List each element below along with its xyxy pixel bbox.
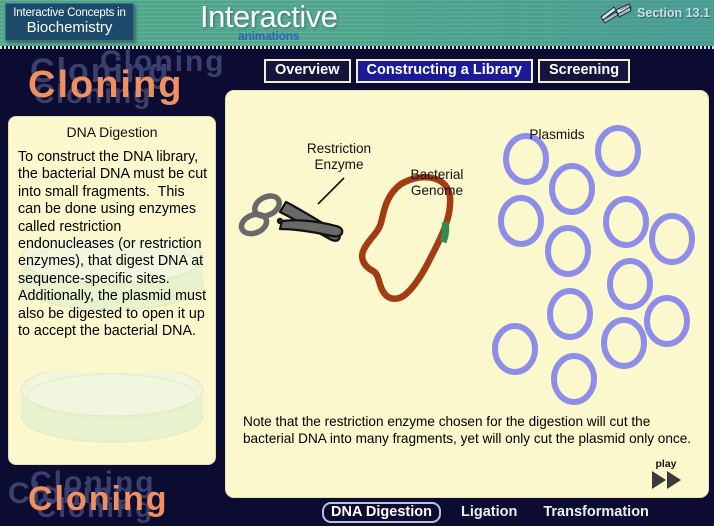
watermark-cloning: Cloning [34, 78, 153, 109]
plasmid-ring [607, 258, 653, 310]
callout-line [317, 177, 345, 205]
scissors-icon [238, 193, 344, 242]
plasmid-ring [601, 317, 647, 369]
watermark-cloning: Cloning [36, 492, 155, 523]
label-bacterial-genome: Bacterial Genome [410, 167, 464, 198]
digestion-diagram [238, 125, 695, 405]
description-panel: DNA Digestion To construct the DNA libra… [8, 116, 216, 465]
plasmid-ring [498, 195, 544, 247]
step-dna-digestion[interactable]: DNA Digestion [322, 502, 441, 523]
label-restriction-enzyme: Restriction Enzyme [306, 141, 372, 172]
panel-body-text: To construct the DNA library, the bacter… [18, 149, 212, 340]
step-transformation[interactable]: Transformation [537, 503, 655, 522]
label-plasmids: Plasmids [529, 127, 585, 142]
play-button[interactable]: play [640, 459, 692, 491]
open-book-icon [600, 2, 632, 24]
header-divider [0, 46, 714, 49]
plasmid-ring [503, 133, 549, 185]
application-window: Interactive Concepts in Biochemistry Int… [0, 0, 714, 526]
fast-forward-play-icon [651, 471, 681, 489]
step-ligation[interactable]: Ligation [455, 503, 523, 522]
play-label: play [655, 458, 677, 470]
tab-constructing-a-library[interactable]: Constructing a Library [355, 59, 533, 83]
plasmid-ring [545, 225, 591, 277]
header-bar: Interactive Concepts in Biochemistry Int… [0, 0, 714, 46]
watermark-cloning: Cloning [30, 52, 171, 90]
watermark-cloning-accent: Cloning [28, 64, 184, 106]
tab-screening[interactable]: Screening [538, 59, 631, 83]
brand-subtitle: animations [238, 29, 300, 43]
plasmid-ring [649, 213, 695, 265]
plasmid-ring [547, 288, 593, 340]
section-label: Section 13.1 [637, 6, 710, 20]
panel-title: DNA Digestion [66, 124, 158, 140]
watermark-cloning: Cloning [8, 477, 134, 510]
watermark-cloning: Cloning [100, 45, 226, 78]
step-nav-bar: DNA Digestion Ligation Transformation [322, 502, 655, 523]
watermark-cloning: Cloning [30, 466, 156, 499]
stage-note-text: Note that the restriction enzyme chosen … [243, 414, 692, 446]
plasmid-ring [492, 323, 538, 375]
restriction-site-marker [439, 221, 450, 244]
product-logo-line2: Biochemistry [26, 19, 113, 37]
topic-tab-bar: Overview Constructing a Library Screenin… [264, 59, 631, 83]
plasmid-cluster [492, 125, 695, 405]
watermark-cloning-accent: Cloning [28, 480, 169, 518]
plasmid-ring [644, 295, 690, 347]
plasmid-ring [603, 196, 649, 248]
petri-dish-illustration [20, 372, 204, 443]
product-logo: Interactive Concepts in Biochemistry [5, 3, 134, 41]
tab-overview[interactable]: Overview [264, 59, 351, 83]
section-indicator: Section 13.1 [599, 1, 710, 25]
plasmid-ring [551, 353, 597, 405]
plasmid-ring [549, 163, 595, 215]
animation-stage-panel: Restriction Enzyme Bacterial Genome Plas… [225, 90, 709, 498]
interactive-animations-logo: Interactive animations [200, 0, 360, 44]
